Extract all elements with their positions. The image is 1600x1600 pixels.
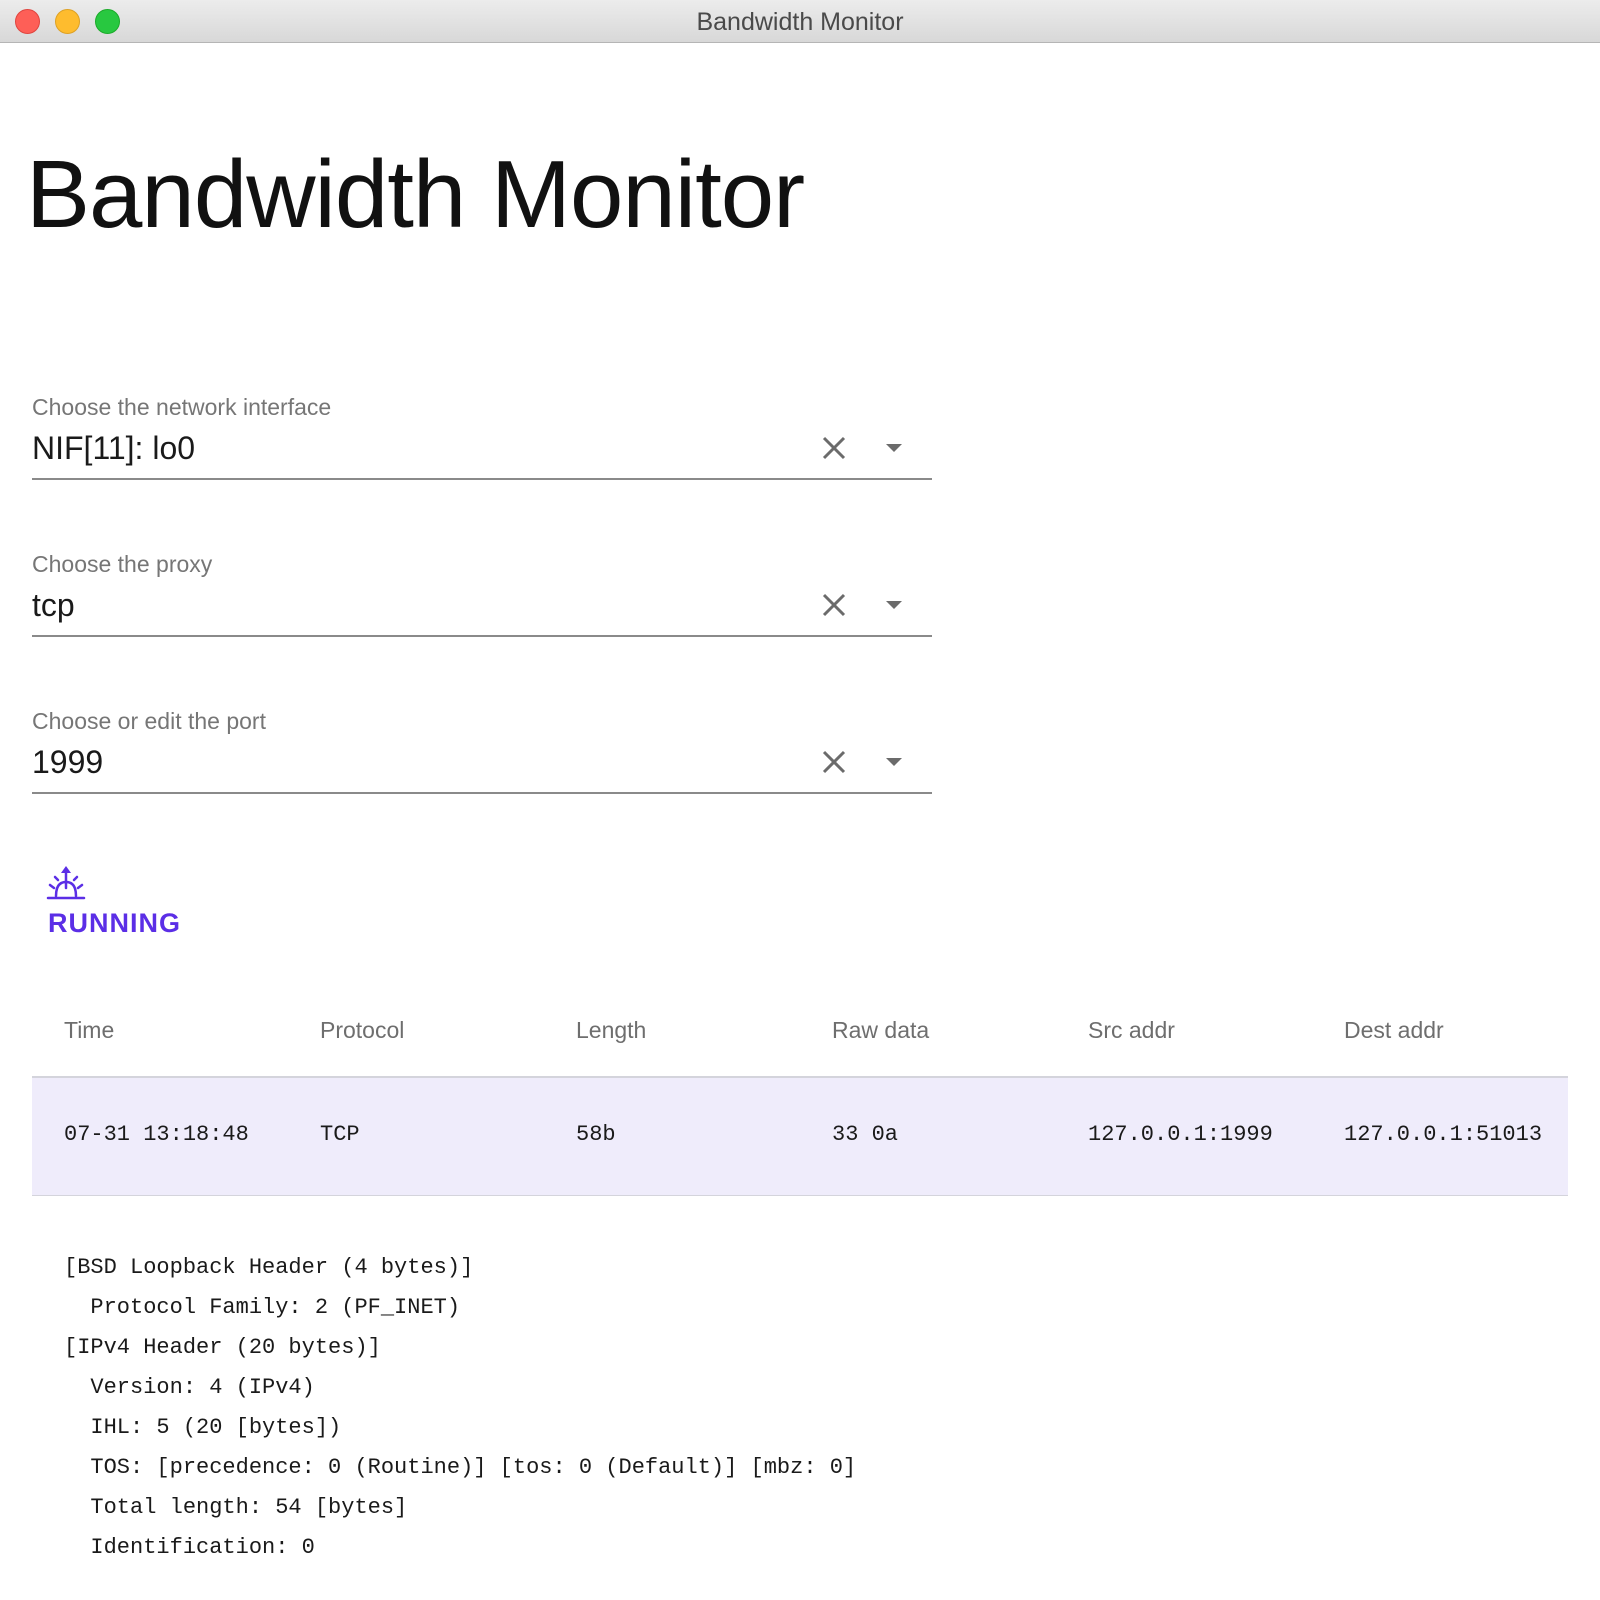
column-header-raw-data[interactable]: Raw data — [832, 1017, 929, 1044]
cell-time: 07-31 13:18:48 — [64, 1122, 249, 1147]
clear-icon[interactable] — [820, 748, 848, 776]
proxy-select[interactable]: Choose the proxy tcp — [32, 549, 932, 637]
table-row[interactable]: 07-31 13:18:48 TCP 58b 33 0a 127.0.0.1:1… — [32, 1078, 1568, 1196]
column-header-protocol[interactable]: Protocol — [320, 1017, 404, 1044]
network-interface-select[interactable]: Choose the network interface NIF[11]: lo… — [32, 392, 932, 480]
column-header-time[interactable]: Time — [64, 1017, 114, 1044]
port-label: Choose or edit the port — [32, 708, 266, 734]
packet-details: [BSD Loopback Header (4 bytes)] Protocol… — [64, 1248, 856, 1568]
detail-line: TOS: [precedence: 0 (Routine)] [tos: 0 (… — [64, 1455, 857, 1480]
column-header-dest-addr[interactable]: Dest addr — [1344, 1017, 1444, 1044]
cell-dest-addr: 127.0.0.1:51013 — [1344, 1122, 1543, 1147]
cell-src-addr: 127.0.0.1:1999 — [1088, 1122, 1273, 1147]
dropdown-arrow-icon[interactable] — [884, 599, 904, 611]
port-input-row[interactable]: 1999 — [32, 736, 932, 794]
network-interface-label: Choose the network interface — [32, 394, 332, 420]
app-window: Bandwidth Monitor Bandwidth Monitor Choo… — [0, 0, 1600, 1600]
proxy-value[interactable]: tcp — [32, 583, 75, 627]
proxy-input-row[interactable]: tcp — [32, 579, 932, 637]
column-header-length[interactable]: Length — [576, 1017, 646, 1044]
cell-raw-data: 33 0a — [832, 1122, 899, 1147]
radar-icon — [46, 866, 86, 900]
clear-icon[interactable] — [820, 591, 848, 619]
cell-length: 58b — [576, 1122, 616, 1147]
packet-table: Time Protocol Length Raw data Src addr D… — [32, 975, 1568, 1196]
title-bar[interactable]: Bandwidth Monitor — [0, 0, 1600, 43]
table-header: Time Protocol Length Raw data Src addr D… — [32, 975, 1568, 1078]
running-toggle-button[interactable]: RUNNING — [40, 862, 190, 942]
clear-icon[interactable] — [820, 434, 848, 462]
window-title: Bandwidth Monitor — [696, 8, 904, 36]
port-value[interactable]: 1999 — [32, 740, 103, 784]
network-interface-value[interactable]: NIF[11]: lo0 — [32, 426, 195, 470]
detail-line: [BSD Loopback Header (4 bytes)] — [64, 1255, 474, 1280]
column-header-src-addr[interactable]: Src addr — [1088, 1017, 1175, 1044]
network-interface-input-row[interactable]: NIF[11]: lo0 — [32, 422, 932, 480]
detail-line: [IPv4 Header (20 bytes)] — [64, 1335, 381, 1360]
page-title: Bandwidth Monitor — [26, 141, 805, 248]
dropdown-arrow-icon[interactable] — [884, 442, 904, 454]
detail-line: Protocol Family: 2 (PF_INET) — [64, 1295, 461, 1320]
cell-protocol: TCP — [320, 1122, 360, 1147]
detail-line: IHL: 5 (20 [bytes]) — [64, 1415, 342, 1440]
detail-line: Identification: 0 — [64, 1535, 315, 1560]
detail-line: Version: 4 (IPv4) — [64, 1375, 315, 1400]
running-label: RUNNING — [48, 908, 181, 938]
port-combobox[interactable]: Choose or edit the port 1999 — [32, 706, 932, 794]
detail-line: Total length: 54 [bytes] — [64, 1495, 408, 1520]
proxy-label: Choose the proxy — [32, 551, 213, 577]
dropdown-arrow-icon[interactable] — [884, 756, 904, 768]
